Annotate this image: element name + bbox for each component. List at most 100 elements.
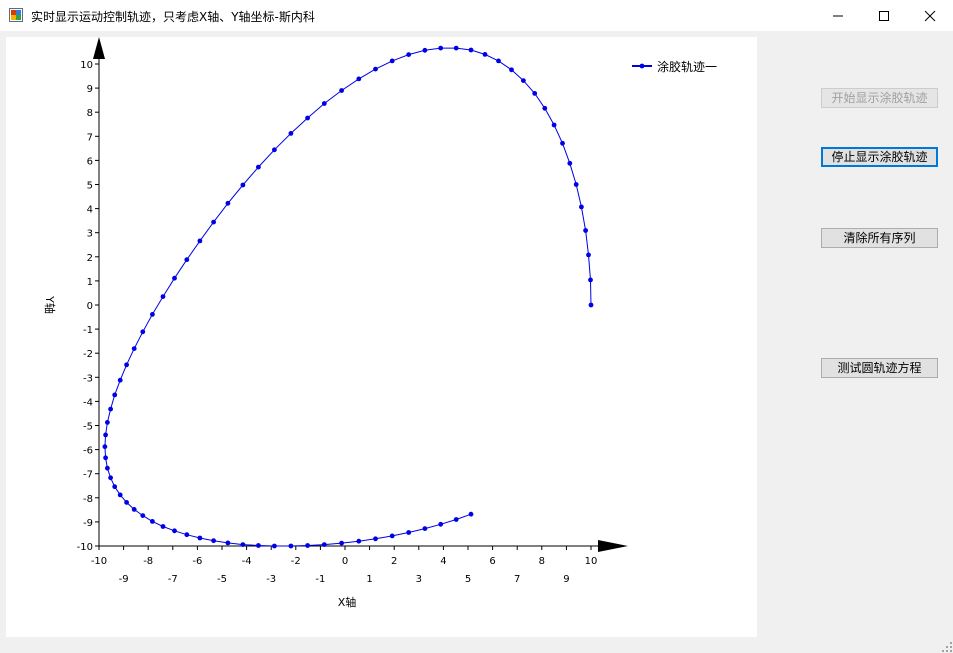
y-tick-label: 4 [87, 205, 93, 216]
data-point [453, 45, 459, 51]
data-point [422, 526, 428, 531]
x-tick-label: -9 [119, 574, 129, 585]
series-line [104, 47, 592, 547]
y-tick-label: -10 [77, 542, 93, 553]
data-point [453, 517, 459, 522]
data-point [288, 543, 294, 549]
data-point [305, 543, 310, 548]
data-point [542, 105, 548, 111]
y-tick-label: 1 [87, 277, 93, 288]
y-tick-label: 9 [87, 84, 93, 95]
app-icon [9, 8, 23, 22]
trajectory-chart: 109876543210-1-2-3-4-5-6-7-8-9-10-10 -8 -6… [43, 37, 717, 609]
data-point [389, 533, 395, 539]
data-point [521, 78, 526, 83]
maximize-button[interactable] [861, 0, 907, 31]
data-point [150, 519, 155, 524]
data-point [102, 444, 108, 450]
data-point [560, 140, 565, 146]
data-point [586, 252, 591, 258]
data-point [108, 475, 113, 481]
x-tick-label: 7 [514, 574, 520, 585]
close-button[interactable] [907, 0, 953, 31]
y-axis-label: Y轴 [43, 295, 57, 314]
data-point [140, 329, 146, 335]
data-point [124, 500, 129, 505]
y-tick-label: 0 [87, 301, 93, 312]
x-tick-label: 4 [440, 556, 446, 567]
minimize-button[interactable] [815, 0, 861, 31]
data-point [288, 131, 294, 136]
data-point [172, 275, 177, 281]
data-point [532, 91, 538, 96]
data-point [240, 542, 246, 547]
y-tick-label: -5 [83, 422, 93, 433]
x-tick-label: -10 [91, 556, 107, 567]
data-point [321, 542, 327, 547]
data-point [172, 528, 177, 534]
data-point [406, 530, 412, 535]
data-point [211, 538, 217, 544]
x-tick-label: -6 [192, 556, 202, 567]
x-tick-label: -5 [217, 574, 227, 585]
data-point [112, 484, 118, 490]
x-tick-label: 1 [366, 574, 372, 585]
y-tick-label: -4 [83, 397, 93, 408]
data-point [339, 540, 344, 546]
data-point [131, 346, 137, 351]
data-point [588, 302, 594, 308]
data-point [105, 465, 110, 471]
y-tick-label: 3 [87, 229, 93, 240]
x-tick-label: -1 [315, 574, 325, 585]
data-point [150, 312, 155, 317]
data-point [583, 228, 588, 233]
data-point [468, 511, 474, 517]
x-tick-label: -7 [168, 574, 178, 585]
data-point [496, 58, 501, 64]
data-point [272, 543, 277, 549]
resize-grip-icon[interactable] [941, 641, 953, 653]
x-tick-label: -4 [242, 556, 252, 567]
data-point [588, 277, 593, 283]
data-point [356, 538, 362, 544]
data-point [373, 536, 378, 542]
data-point [573, 182, 579, 187]
data-point [117, 377, 123, 383]
data-point [240, 182, 246, 188]
data-point [103, 455, 108, 461]
data-point [579, 204, 584, 210]
clear-series-button[interactable]: 清除所有序列 [821, 228, 938, 248]
data-point [184, 257, 190, 263]
data-point [225, 200, 231, 206]
title-bar: 实时显示运动控制轨迹，只考虑X轴、Y轴坐标-斯内科 [0, 0, 953, 31]
data-point [438, 521, 444, 527]
data-point [373, 66, 378, 72]
data-point [105, 420, 110, 425]
data-point [422, 47, 428, 53]
y-tick-label: 7 [87, 132, 93, 143]
stop-display-button[interactable]: 停止显示涂胶轨迹 [821, 147, 938, 167]
test-circle-button[interactable]: 测试圆轨迹方程 [821, 358, 938, 378]
data-point [124, 362, 129, 368]
data-point [160, 294, 166, 299]
data-point [321, 101, 327, 106]
data-point [438, 45, 444, 51]
data-point [112, 392, 118, 398]
legend-marker [639, 63, 645, 69]
close-icon [924, 10, 936, 22]
x-tick-label: 8 [539, 556, 545, 567]
data-point [509, 67, 514, 73]
y-tick-label: -7 [83, 470, 93, 481]
x-tick-label: 2 [391, 556, 397, 567]
x-axis-arrow-icon [598, 540, 628, 552]
minimize-icon [833, 15, 843, 17]
y-tick-label: 10 [80, 60, 93, 71]
x-tick-label: 10 [585, 556, 598, 567]
y-tick-label: 2 [87, 253, 93, 264]
start-display-button[interactable]: 开始显示涂胶轨迹 [821, 88, 938, 108]
x-tick-label: 6 [489, 556, 495, 567]
data-point [482, 52, 488, 57]
data-point [551, 122, 557, 128]
maximize-icon [879, 11, 889, 21]
x-tick-label: 9 [563, 574, 569, 585]
